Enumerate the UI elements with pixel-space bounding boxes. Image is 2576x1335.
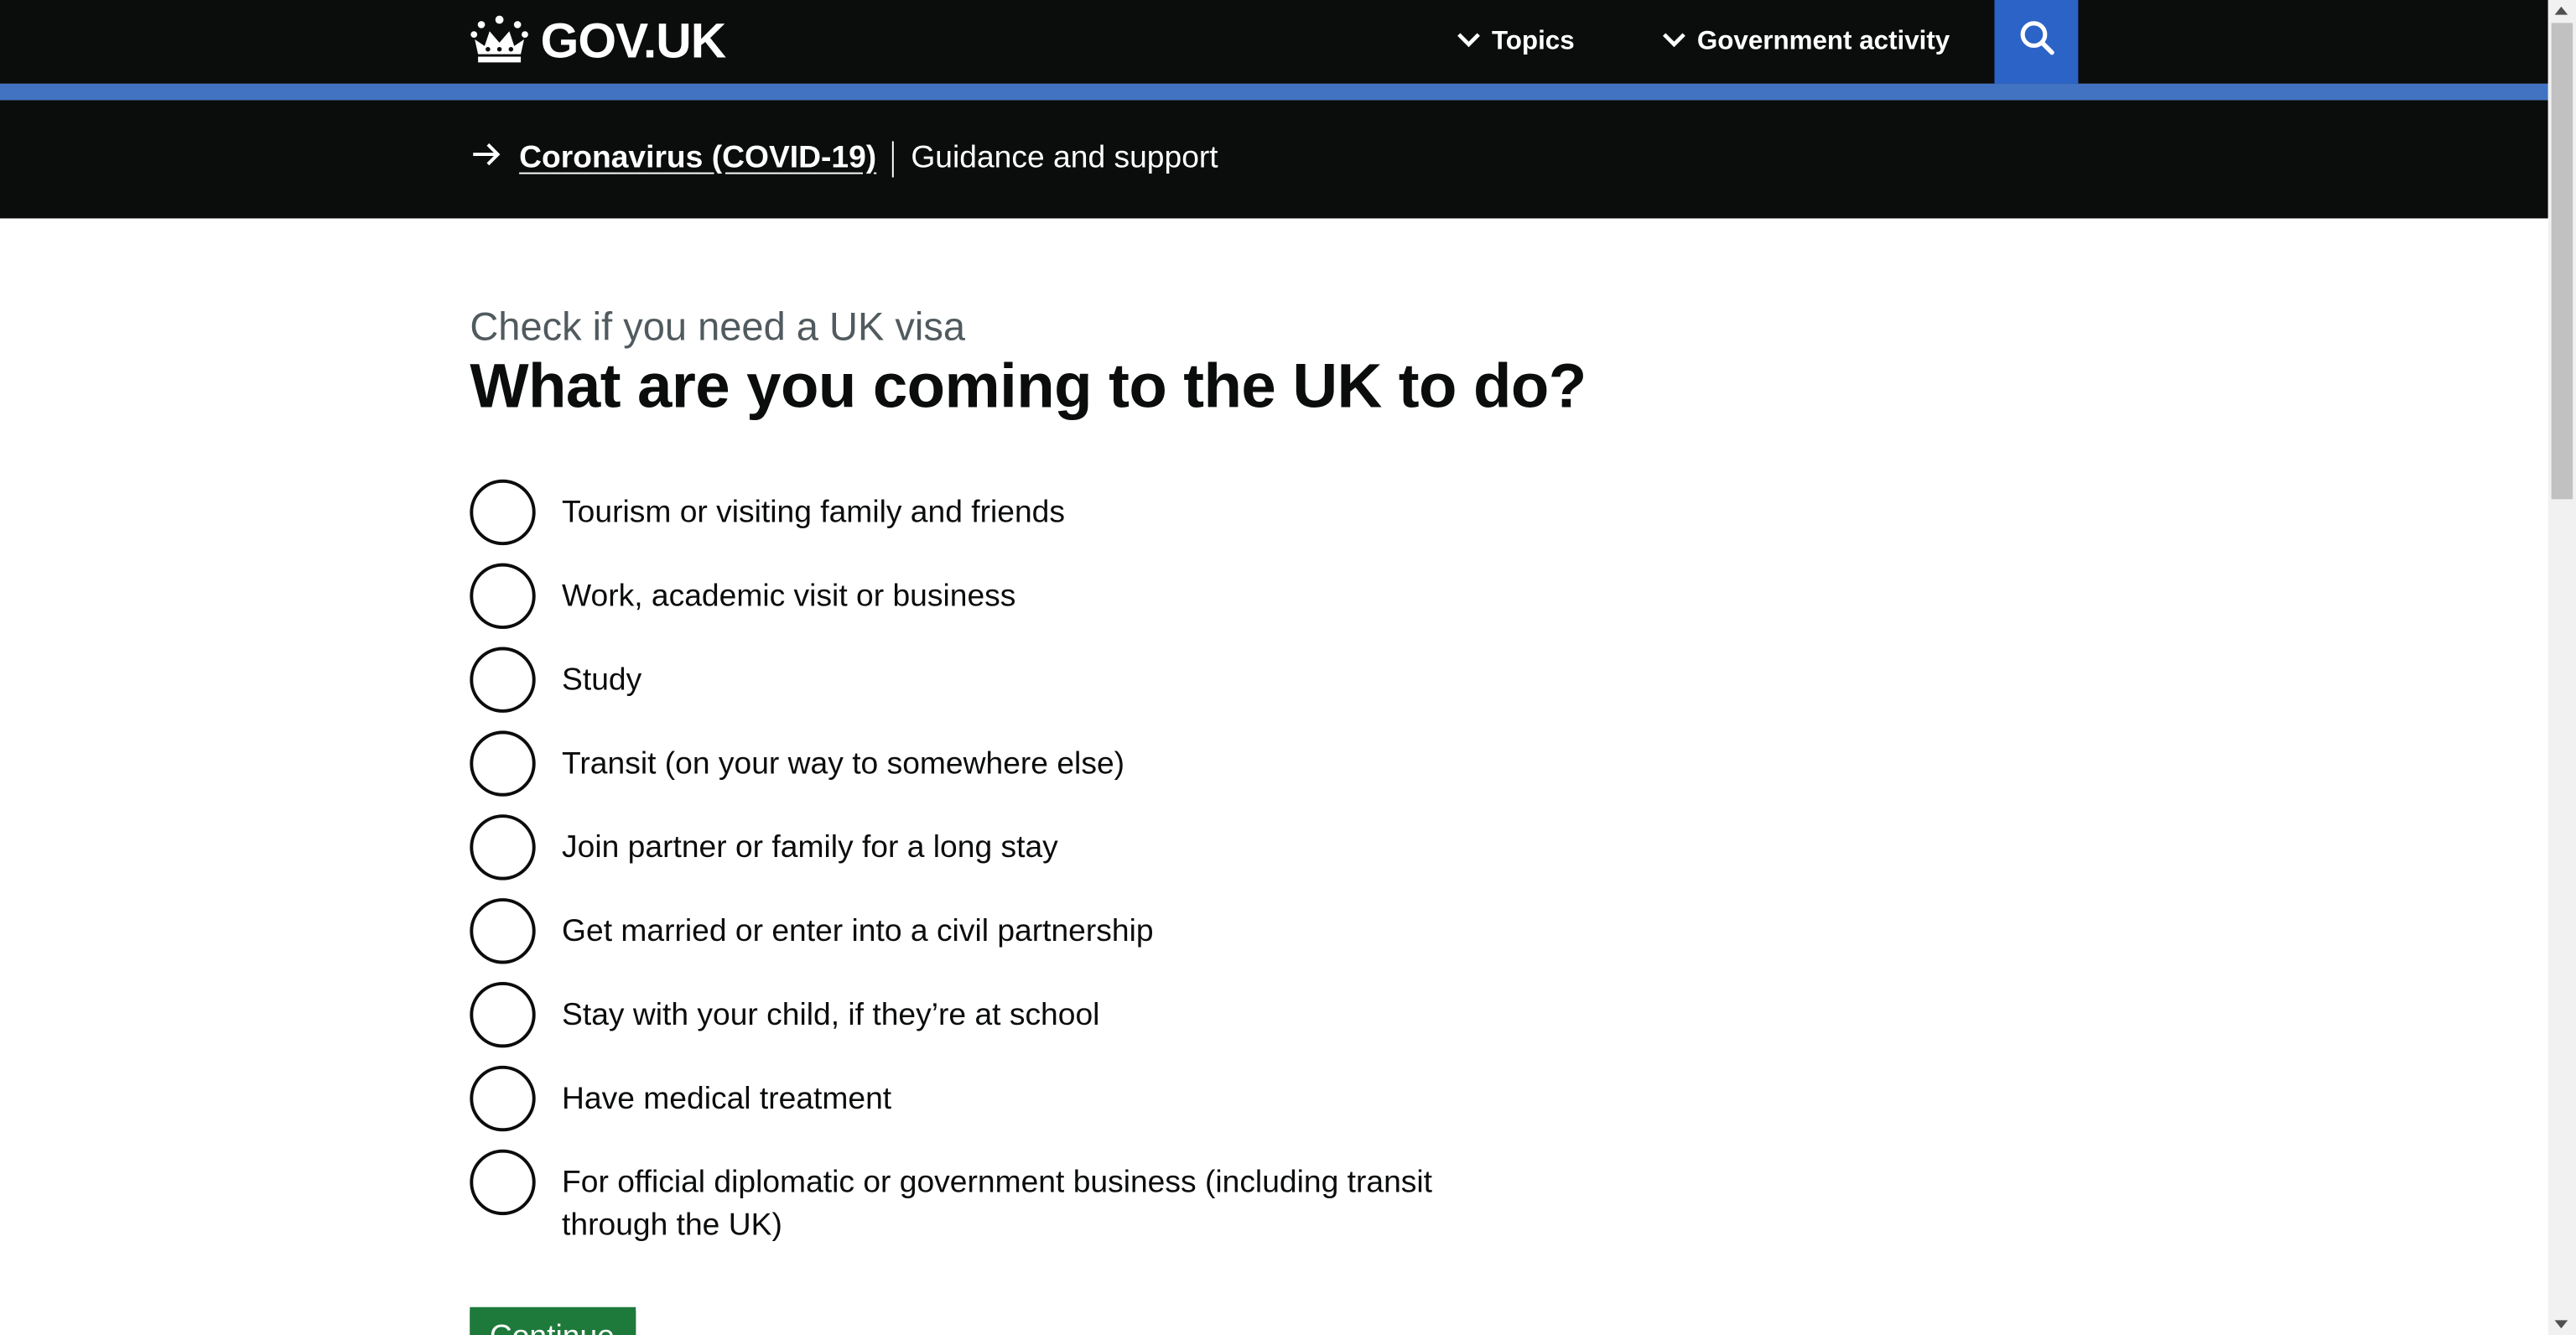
govuk-logo-link[interactable]: GOV.UK xyxy=(470,13,727,72)
radio-label[interactable]: Have medical treatment xyxy=(562,1066,891,1121)
covid-banner: Coronavirus (COVID-19) Guidance and supp… xyxy=(0,100,2548,219)
radio-button[interactable] xyxy=(470,814,536,880)
radio-option-tourism[interactable]: Tourism or visiting family and friends xyxy=(470,479,1488,546)
radio-label[interactable]: Work, academic visit or business xyxy=(562,564,1015,619)
radio-label[interactable]: Transit (on your way to somewhere else) xyxy=(562,730,1124,786)
search-icon xyxy=(2018,19,2054,64)
radio-option-child-school[interactable]: Stay with your child, if they’re at scho… xyxy=(470,982,1488,1048)
nav-topics-label: Topics xyxy=(1491,27,1575,55)
radio-group: Tourism or visiting family and friends W… xyxy=(470,479,1488,1265)
chevron-down-icon xyxy=(1661,27,1687,56)
page-title: What are you coming to the UK to do? xyxy=(470,353,1587,423)
chevron-down-icon xyxy=(1456,27,1482,56)
continue-label: Continue xyxy=(490,1320,615,1335)
nav-government-activity[interactable]: Government activity xyxy=(1661,0,1950,84)
radio-option-join-family[interactable]: Join partner or family for a long stay xyxy=(470,814,1488,880)
radio-button[interactable] xyxy=(470,647,536,713)
radio-button[interactable] xyxy=(470,563,536,629)
form-caption: Check if you need a UK visa xyxy=(470,305,966,351)
radio-label[interactable]: Get married or enter into a civil partne… xyxy=(562,898,1154,953)
logo-text: GOV.UK xyxy=(540,14,727,70)
vertical-scrollbar[interactable] xyxy=(2547,0,2576,1335)
crown-icon xyxy=(470,14,529,72)
radio-button[interactable] xyxy=(470,1065,536,1132)
nav-government-activity-label: Government activity xyxy=(1696,27,1950,55)
arrow-right-icon xyxy=(470,139,502,179)
scroll-down-arrow-icon[interactable] xyxy=(2554,1320,2568,1329)
radio-button[interactable] xyxy=(470,479,536,546)
search-button[interactable] xyxy=(1994,0,2079,84)
radio-option-medical[interactable]: Have medical treatment xyxy=(470,1065,1488,1132)
radio-option-study[interactable]: Study xyxy=(470,647,1488,713)
radio-label[interactable]: Join partner or family for a long stay xyxy=(562,814,1058,870)
page: GOV.UK Topics Government activity Corona… xyxy=(0,0,2576,1335)
radio-button[interactable] xyxy=(470,1149,536,1216)
radio-button[interactable] xyxy=(470,982,536,1048)
nav-topics[interactable]: Topics xyxy=(1456,0,1575,84)
continue-button[interactable]: Continue xyxy=(470,1306,636,1335)
radio-button[interactable] xyxy=(470,898,536,964)
header-accent-bar xyxy=(0,83,2548,101)
covid-link[interactable]: Coronavirus (COVID-19) xyxy=(519,141,876,177)
radio-option-diplomatic[interactable]: For official diplomatic or government bu… xyxy=(470,1149,1488,1247)
radio-label[interactable]: For official diplomatic or government bu… xyxy=(562,1150,1488,1247)
radio-label[interactable]: Stay with your child, if they’re at scho… xyxy=(562,982,1099,1037)
radio-label[interactable]: Tourism or visiting family and friends xyxy=(562,480,1065,535)
covid-subtitle: Guidance and support xyxy=(911,141,1218,176)
radio-button[interactable] xyxy=(470,730,536,797)
banner-divider xyxy=(892,141,895,178)
site-header: GOV.UK Topics Government activity xyxy=(0,0,2548,84)
radio-option-marriage[interactable]: Get married or enter into a civil partne… xyxy=(470,898,1488,964)
radio-label[interactable]: Study xyxy=(562,647,641,703)
radio-option-work[interactable]: Work, academic visit or business xyxy=(470,563,1488,629)
scroll-up-arrow-icon[interactable] xyxy=(2554,6,2568,15)
radio-option-transit[interactable]: Transit (on your way to somewhere else) xyxy=(470,730,1488,797)
scrollbar-thumb[interactable] xyxy=(2551,23,2573,500)
